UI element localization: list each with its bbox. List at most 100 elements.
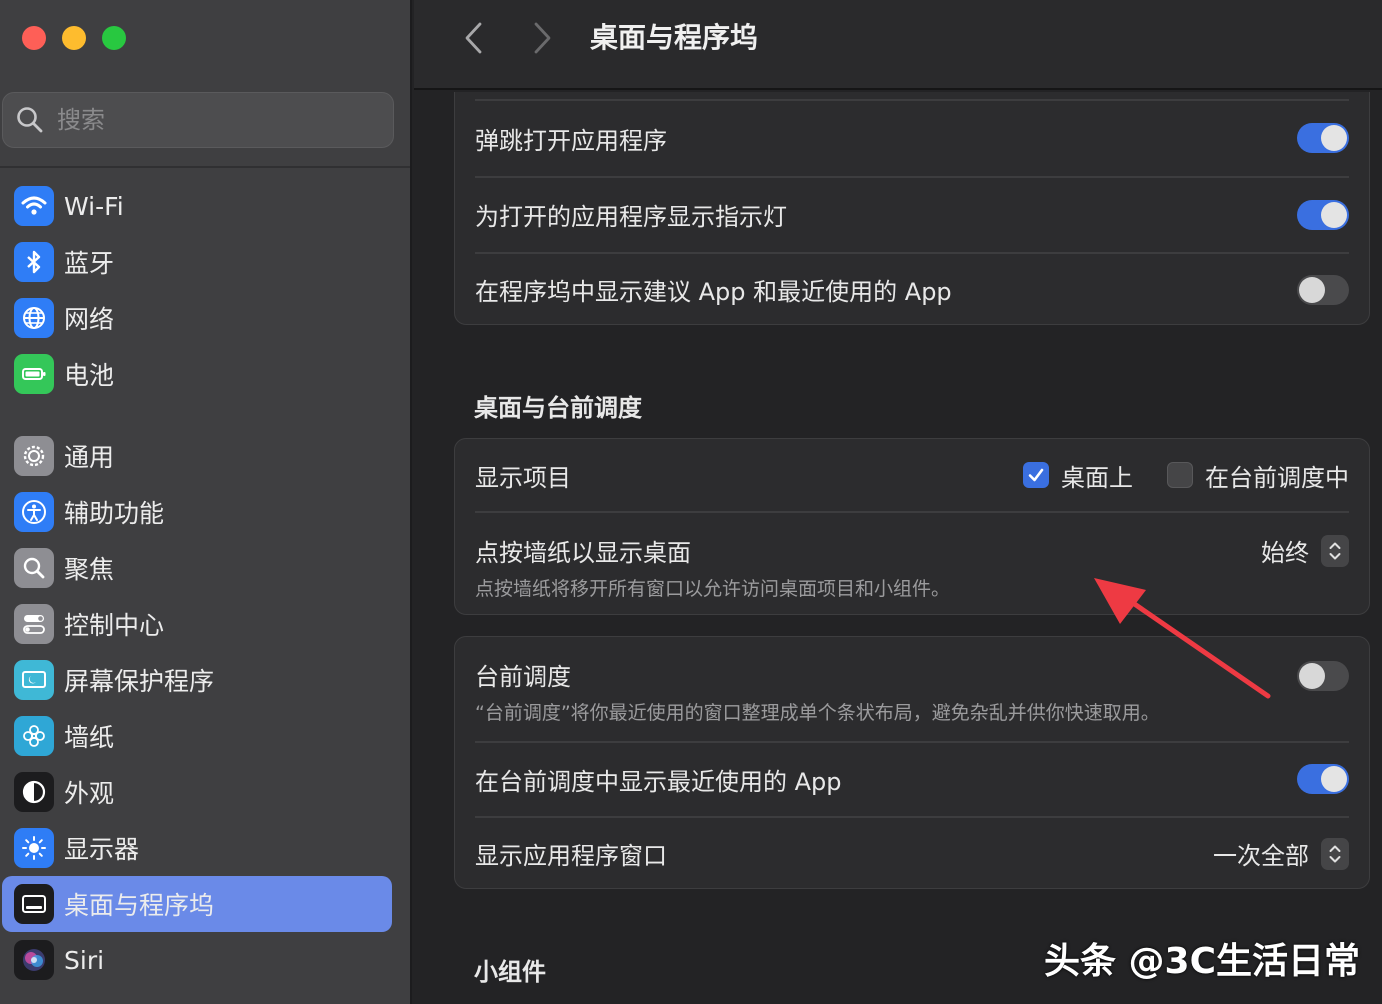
- widgets-section-title: 小组件: [474, 958, 546, 986]
- sidebar-item-accessibility[interactable]: 辅助功能: [2, 484, 392, 540]
- gear-icon: [14, 436, 54, 476]
- in-stage-manager-checkbox[interactable]: [1167, 462, 1193, 488]
- show-items-options: 桌面上 在台前调度中: [1023, 458, 1349, 493]
- sidebar-item-network[interactable]: 网络: [2, 290, 392, 346]
- recent-apps-label: 在台前调度中显示最近使用的 App: [475, 767, 842, 796]
- screensaver-icon: [14, 660, 54, 700]
- toggle-knob: [1299, 276, 1325, 303]
- search-field[interactable]: [2, 92, 394, 148]
- settings-row: 弹跳打开应用程序: [475, 100, 1349, 176]
- search-input[interactable]: [57, 106, 377, 134]
- suggested-apps-label: 在程序坞中显示建议 App 和最近使用的 App: [475, 278, 952, 306]
- chevron-right-icon: [534, 22, 551, 54]
- click-wallpaper-text: 点按墙纸以显示桌面 点按墙纸将移开所有窗口以允许访问桌面项目和小组件。: [475, 519, 950, 601]
- select-stepper: [1321, 534, 1349, 567]
- sidebar-item-spotlight[interactable]: 聚焦: [2, 540, 392, 596]
- click-wallpaper-label: 点按墙纸以显示桌面: [475, 539, 691, 567]
- sidebar-item-displays[interactable]: 显示器: [2, 820, 392, 876]
- app-windows-value: 一次全部: [1213, 842, 1309, 870]
- sidebar-item-label: 屏幕保护程序: [64, 667, 215, 696]
- annotation-arrow-icon: [1094, 578, 1271, 699]
- desktop-stage-section-title: 桌面与台前调度: [474, 394, 642, 422]
- dock-icon: [14, 884, 54, 924]
- show-indicators-toggle[interactable]: [1297, 199, 1349, 230]
- sidebar-item-appearance[interactable]: 外观: [2, 764, 392, 820]
- toggle-knob: [1321, 201, 1347, 228]
- sidebar-item-label: 蓝牙: [64, 249, 115, 278]
- in-stage-manager-label: 在台前调度中: [1205, 463, 1349, 492]
- sidebar-item-bluetooth[interactable]: 蓝牙: [2, 234, 392, 290]
- toggle-knob: [1321, 125, 1347, 151]
- battery-icon: [14, 354, 54, 394]
- sidebar-item-wifi[interactable]: Wi-Fi: [2, 178, 392, 234]
- app-windows-select[interactable]: 一次全部: [1213, 836, 1349, 871]
- display-icon: [14, 828, 54, 868]
- sidebar-item-battery[interactable]: 电池: [2, 346, 392, 402]
- stage-manager-description: “台前调度”将你最近使用的窗口整理成单个条状布局，避免杂乱并供你快速取用。: [475, 702, 1160, 724]
- page-title: 桌面与程序坞: [590, 21, 759, 54]
- sidebar-item-label: 电池: [64, 361, 115, 390]
- minimize-window-button[interactable]: [62, 26, 86, 50]
- settings-row: 显示应用程序窗口 一次全部: [475, 817, 1349, 890]
- toggle-knob: [1321, 766, 1347, 792]
- sidebar-item-desktop-dock[interactable]: 桌面与程序坞: [2, 876, 392, 932]
- toolbar: 桌面与程序坞: [414, 0, 1382, 90]
- watermark: 头条 @3C生活日常: [1044, 941, 1361, 982]
- settings-row: 在程序坞中显示建议 App 和最近使用的 App: [475, 253, 1349, 326]
- chevron-up-down-icon: [1329, 542, 1341, 559]
- settings-row: 在台前调度中显示最近使用的 App: [475, 742, 1349, 816]
- suggested-apps-toggle[interactable]: [1297, 274, 1349, 305]
- wifi-icon: [14, 186, 54, 226]
- stage-manager-label: 台前调度: [475, 663, 571, 691]
- sidebar-item-wallpaper[interactable]: 墙纸: [2, 708, 392, 764]
- sidebar-item-label: 通用: [64, 443, 115, 472]
- accessibility-icon: [14, 492, 54, 532]
- dock-settings-card: 弹跳打开应用程序 为打开的应用程序显示指示灯 在程序坞中显示建议 App 和最近…: [454, 92, 1370, 325]
- row-divider: [475, 511, 1349, 513]
- click-wallpaper-value: 始终: [1261, 539, 1309, 567]
- stage-manager-toggle[interactable]: [1297, 661, 1349, 691]
- sidebar-item-label: Siri: [64, 945, 105, 975]
- sidebar-divider: [0, 166, 410, 168]
- on-desktop-label: 桌面上: [1061, 463, 1133, 492]
- settings-row: 显示项目 桌面上 在台前调度中: [475, 439, 1349, 511]
- show-indicators-label: 为打开的应用程序显示指示灯: [475, 203, 787, 231]
- chevron-left-icon: [465, 22, 482, 54]
- show-items-label: 显示项目: [475, 463, 571, 492]
- sidebar-item-label: 外观: [64, 779, 115, 808]
- wallpaper-icon: [14, 716, 54, 756]
- sidebar-item-label: 辅助功能: [64, 499, 165, 528]
- sidebar-item-general[interactable]: 通用: [2, 428, 392, 484]
- appearance-icon: [14, 772, 54, 812]
- siri-icon: [14, 940, 54, 980]
- recent-apps-toggle[interactable]: [1297, 764, 1349, 794]
- chevron-up-down-icon: [1329, 845, 1341, 862]
- sidebar-item-siri[interactable]: Siri: [2, 932, 392, 988]
- back-button[interactable]: [454, 18, 494, 58]
- spotlight-icon: [14, 548, 54, 588]
- close-window-button[interactable]: [22, 26, 46, 50]
- settings-row: 为打开的应用程序显示指示灯: [475, 177, 1349, 252]
- toggle-knob: [1299, 663, 1325, 689]
- sidebar-item-label: 桌面与程序坞: [64, 891, 215, 920]
- control-center-icon: [14, 604, 54, 644]
- bounce-apps-toggle[interactable]: [1297, 123, 1349, 153]
- sidebar: Wi-Fi 蓝牙 网络 电池 通用 辅助功能 聚焦: [0, 0, 412, 1004]
- sidebar-item-label: 显示器: [64, 835, 140, 864]
- on-desktop-checkbox[interactable]: [1023, 462, 1049, 488]
- select-stepper: [1321, 837, 1349, 870]
- click-wallpaper-description: 点按墙纸将移开所有窗口以允许访问桌面项目和小组件。: [475, 578, 951, 600]
- sidebar-item-label: 墙纸: [64, 723, 115, 752]
- click-wallpaper-select[interactable]: 始终: [1261, 519, 1349, 568]
- sidebar-item-label: Wi-Fi: [64, 191, 124, 221]
- forward-button[interactable]: [522, 18, 562, 58]
- sidebar-item-label: 控制中心: [64, 611, 165, 640]
- app-windows-label: 显示应用程序窗口: [475, 842, 667, 870]
- bounce-apps-label: 弹跳打开应用程序: [475, 126, 667, 155]
- globe-icon: [14, 298, 54, 338]
- zoom-window-button[interactable]: [102, 26, 126, 50]
- sidebar-item-screensaver[interactable]: 屏幕保护程序: [2, 652, 392, 708]
- stage-manager-text: 台前调度 “台前调度”将你最近使用的窗口整理成单个条状布局，避免杂乱并供你快速取…: [475, 637, 1160, 725]
- window-controls: [22, 26, 126, 50]
- sidebar-item-control-center[interactable]: 控制中心: [2, 596, 392, 652]
